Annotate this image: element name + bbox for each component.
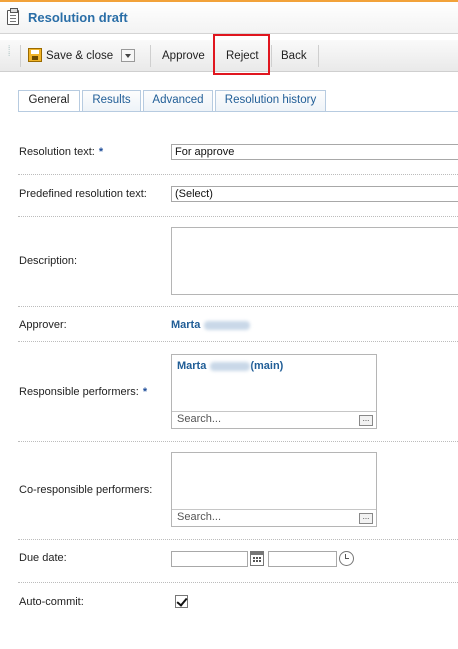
auto-commit-label: Auto-commit: [19, 596, 84, 608]
predefined-resolution-label: Predefined resolution text: [19, 188, 147, 200]
divider [18, 539, 458, 540]
clock-icon[interactable] [339, 551, 354, 566]
toolbar-separator [20, 45, 21, 67]
approve-button[interactable]: Approve [162, 48, 205, 64]
resolution-text-input[interactable]: For approve [171, 144, 458, 160]
coresponsible-search-input[interactable]: Search... [172, 509, 376, 526]
divider [18, 441, 458, 442]
divider [18, 306, 458, 307]
responsible-performers-box: Marta (main) Search... ... [171, 354, 377, 429]
tab-resolution-history[interactable]: Resolution history [215, 90, 326, 111]
due-date-label: Due date: [19, 552, 67, 564]
back-button[interactable]: Back [281, 48, 307, 64]
responsible-search-input[interactable]: Search... [172, 411, 376, 428]
clipboard-icon [7, 8, 19, 25]
floppy-disk-icon[interactable] [28, 48, 42, 62]
reject-highlight-box [213, 34, 270, 75]
tab-underline [18, 111, 458, 112]
divider [18, 216, 458, 217]
approver-label: Approver: [19, 319, 67, 331]
description-label: Description: [19, 255, 78, 267]
divider [18, 582, 458, 583]
due-time-input[interactable] [268, 551, 337, 567]
resolution-text-label: Resolution text: * [19, 146, 104, 158]
save-options-dropdown-icon[interactable] [121, 49, 135, 62]
predefined-resolution-select[interactable]: (Select) [171, 186, 458, 202]
responsible-performers-label: Responsible performers: * [19, 386, 148, 398]
description-textarea[interactable] [171, 227, 458, 295]
window-titlebar: Resolution draft [0, 0, 458, 34]
redacted-name [210, 361, 251, 371]
toolbar-separator [150, 45, 151, 67]
redacted-name [204, 320, 251, 330]
toolbar-separator [318, 45, 319, 67]
divider [18, 174, 458, 175]
responsible-browse-button[interactable]: ... [359, 415, 373, 426]
toolbar-separator [271, 45, 272, 67]
page-title: Resolution draft [28, 10, 128, 25]
tab-results[interactable]: Results [82, 90, 141, 111]
coresponsible-browse-button[interactable]: ... [359, 513, 373, 524]
approver-value[interactable]: Marta [171, 319, 251, 331]
coresponsible-performers-label: Co-responsible performers: [19, 484, 153, 496]
auto-commit-checkbox[interactable] [175, 595, 188, 608]
coresponsible-performers-box: Search... ... [171, 452, 377, 527]
due-date-input[interactable] [171, 551, 248, 567]
divider [18, 341, 458, 342]
save-close-button[interactable]: Save & close [46, 48, 113, 64]
tab-general[interactable]: General [18, 90, 80, 112]
toolbar-grip-icon[interactable]: ⁝ ⁝ [8, 45, 14, 66]
performer-entry[interactable]: Marta (main) [177, 360, 283, 372]
tab-advanced[interactable]: Advanced [143, 90, 213, 111]
calendar-icon[interactable] [250, 551, 264, 566]
